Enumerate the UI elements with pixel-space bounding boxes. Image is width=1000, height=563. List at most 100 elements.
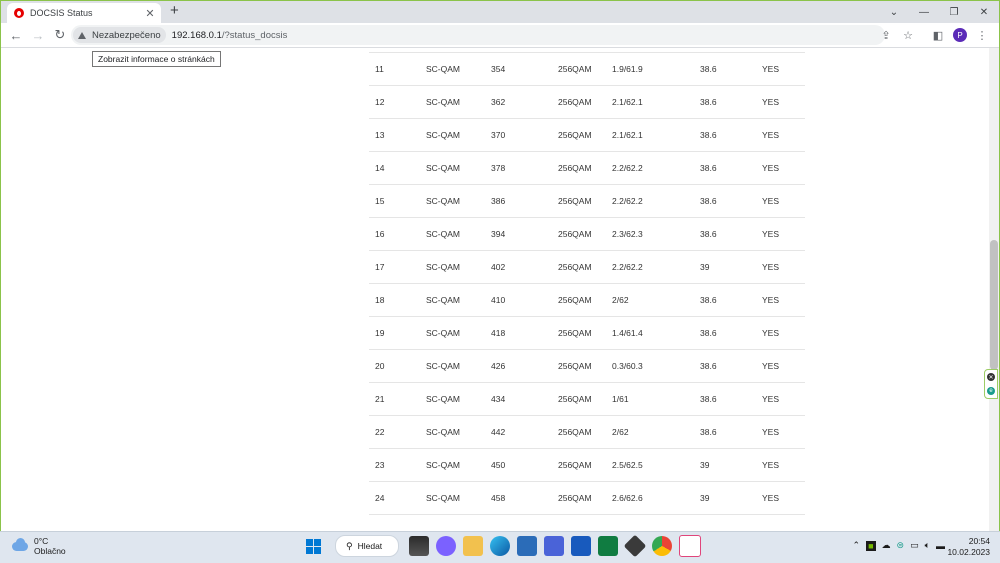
edge-browser-icon[interactable] [489, 536, 510, 556]
chrome-icon[interactable] [651, 536, 672, 556]
modulation-cell: 256QAM [558, 415, 612, 449]
minimize-button[interactable]: — [909, 1, 939, 23]
file-explorer-icon[interactable] [462, 536, 483, 556]
power-cell: 2.2/62.2 [612, 184, 700, 218]
power-cell: 1.9/61.9 [612, 52, 700, 86]
tab-docsis-status[interactable]: DOCSIS Status ✕ [7, 3, 161, 23]
url-path: /?status_docsis [221, 29, 288, 41]
table-row: 11 SC-QAM 354 256QAM 1.9/61.9 38.6 YES [369, 52, 805, 86]
weather-temp: 0°C [34, 536, 49, 546]
microsoft-store-icon[interactable] [516, 536, 537, 556]
site-info-tooltip: Zobrazit informace o stránkách [92, 51, 221, 67]
snr-cell: 38.6 [700, 349, 762, 383]
power-cell: 2.1/62.1 [612, 85, 700, 119]
channel-type-cell: SC-QAM [426, 448, 491, 482]
url-text[interactable]: 192.168.0.1/?status_docsis [172, 30, 288, 41]
snr-cell: 38.6 [700, 151, 762, 185]
scrollbar[interactable] [989, 48, 999, 531]
share-icon[interactable]: ⇪ [875, 25, 897, 45]
onedrive-cloud-icon[interactable]: ☁ [882, 540, 891, 551]
frequency-cell: 418 [491, 316, 558, 350]
security-label: Nezabezpečeno [92, 29, 161, 41]
channel-type-cell: SC-QAM [426, 184, 491, 218]
table-row: 15 SC-QAM 386 256QAM 2.2/62.2 38.6 YES [369, 184, 805, 218]
snipping-tool-icon[interactable] [678, 535, 701, 557]
speaker-icon[interactable]: 🔈︎ [925, 540, 930, 551]
cloud-icon [12, 537, 28, 551]
extension-side-tab[interactable]: ✕ e [984, 369, 998, 399]
taskbar-apps: ⚲ Hledat [298, 534, 704, 558]
channel-id-cell: 23 [369, 448, 426, 482]
avatar: P [953, 28, 967, 42]
word-icon[interactable] [570, 536, 591, 556]
modulation-cell: 256QAM [558, 448, 612, 482]
channel-id-cell: 19 [369, 316, 426, 350]
power-cell: 2.2/62.2 [612, 151, 700, 185]
address-bar[interactable]: Nezabezpečeno 192.168.0.1/?status_docsis [71, 25, 885, 45]
table-row: 19 SC-QAM 418 256QAM 1.4/61.4 38.6 YES [369, 316, 805, 350]
window-controls: ⌄ — ❐ ✕ [879, 1, 999, 23]
teams-chat-icon[interactable] [435, 536, 456, 556]
modulation-cell: 256QAM [558, 151, 612, 185]
new-tab-button[interactable]: + [170, 2, 179, 19]
channel-type-cell: SC-QAM [426, 217, 491, 251]
nvidia-icon[interactable]: ■ [866, 540, 876, 551]
chevron-down-icon[interactable]: ⌄ [879, 1, 909, 23]
tab-strip: DOCSIS Status ✕ + ⌄ — ❐ ✕ [1, 1, 999, 23]
close-circle-icon[interactable]: ✕ [987, 373, 995, 381]
close-window-button[interactable]: ✕ [969, 1, 999, 23]
frequency-cell: 426 [491, 349, 558, 383]
windows-start-icon[interactable] [306, 538, 321, 554]
profile-button[interactable]: P [949, 25, 971, 45]
taskbar-search[interactable]: ⚲ Hledat [335, 535, 399, 557]
warning-icon [78, 31, 86, 39]
locked-cell: YES [762, 118, 805, 152]
channel-id-cell: 18 [369, 283, 426, 317]
scrollbar-thumb[interactable] [990, 240, 998, 370]
downstream-channel-table: 11 SC-QAM 354 256QAM 1.9/61.9 38.6 YES 12 SC-QAM… [369, 52, 805, 515]
channel-id-cell: 12 [369, 85, 426, 119]
excel-icon[interactable] [597, 536, 618, 556]
taskbar-clock[interactable]: 20:54 10.02.2023 [947, 536, 990, 558]
chevron-up-icon[interactable]: ⌃ [853, 540, 861, 551]
channel-type-cell: SC-QAM [426, 151, 491, 185]
restore-button[interactable]: ❐ [939, 1, 969, 23]
extension-tray-icon[interactable]: ⊜ [897, 540, 905, 551]
side-panel-icon[interactable]: ◧ [927, 25, 949, 45]
power-cell: 2/62 [612, 283, 700, 317]
menu-icon[interactable]: ⋮ [971, 25, 993, 45]
battery-icon[interactable]: ▬ [936, 541, 945, 551]
system-tray: ⌃ ■ ☁ ⊜ ▭ 🔈︎ ▬ [850, 540, 948, 551]
forward-button[interactable]: → [27, 24, 49, 46]
power-cell: 1.4/61.4 [612, 316, 700, 350]
snr-cell: 38.6 [700, 52, 762, 86]
snr-cell: 39 [700, 481, 762, 515]
weather-widget[interactable]: 0°C Oblačno [12, 536, 66, 556]
3d-app-icon[interactable] [623, 534, 646, 558]
task-view-icon[interactable] [408, 536, 429, 556]
display-icon[interactable]: ▭ [910, 540, 919, 551]
locked-cell: YES [762, 415, 805, 449]
frequency-cell: 354 [491, 52, 558, 86]
close-tab-icon[interactable]: ✕ [143, 7, 157, 20]
whiteboard-icon[interactable] [543, 536, 564, 556]
frequency-cell: 434 [491, 382, 558, 416]
clock-time: 20:54 [968, 536, 990, 546]
modulation-cell: 256QAM [558, 52, 612, 86]
url-host: 192.168.0.1 [171, 29, 222, 41]
search-icon: ⚲ [346, 540, 353, 551]
extension-e-icon[interactable]: e [987, 387, 995, 395]
toolbar-actions: ⇪ ☆ ◧ P ⋮ [875, 25, 993, 45]
frequency-cell: 410 [491, 283, 558, 317]
security-chip[interactable]: Nezabezpečeno [73, 27, 166, 43]
back-button[interactable]: ← [5, 24, 27, 46]
power-cell: 2.5/62.5 [612, 448, 700, 482]
modulation-cell: 256QAM [558, 481, 612, 515]
snr-cell: 38.6 [700, 382, 762, 416]
snr-cell: 38.6 [700, 184, 762, 218]
channel-type-cell: SC-QAM [426, 250, 491, 284]
reload-button[interactable]: ↻ [49, 24, 71, 46]
table-row: 23 SC-QAM 450 256QAM 2.5/62.5 39 YES [369, 448, 805, 482]
snr-cell: 38.6 [700, 118, 762, 152]
bookmark-star-icon[interactable]: ☆ [897, 25, 919, 45]
